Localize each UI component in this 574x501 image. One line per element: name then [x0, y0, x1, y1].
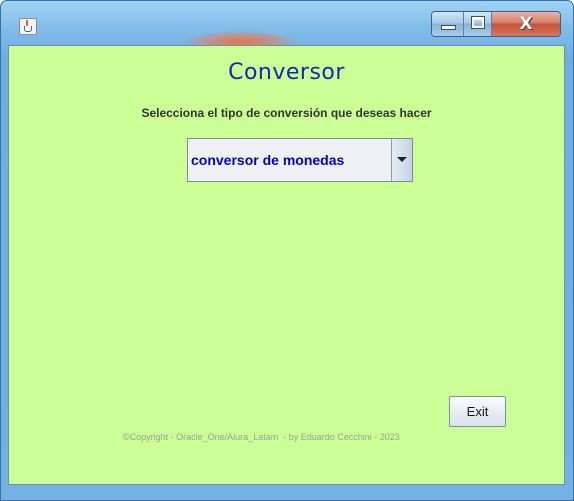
maximize-icon [472, 17, 484, 28]
minimize-icon [442, 26, 455, 29]
close-icon: X [519, 14, 533, 34]
conversion-type-value[interactable]: conversor de monedas [188, 139, 391, 181]
page-title: Conversor [228, 60, 345, 85]
maximize-button[interactable] [464, 12, 492, 36]
title-bar[interactable]: X [1, 1, 573, 53]
dropdown-button[interactable] [391, 139, 412, 181]
java-cup-shape [24, 26, 32, 32]
exit-button[interactable]: Exit [449, 396, 506, 427]
minimize-button[interactable] [432, 12, 464, 36]
instruction-label: Selecciona el tipo de conversión que des… [141, 106, 432, 120]
java-cup-icon[interactable] [19, 18, 37, 35]
copyright-text: ©Copyright - Oracle_One/Alura_Latam - by… [123, 432, 400, 442]
content-panel: Conversor Selecciona el tipo de conversi… [8, 45, 565, 485]
close-button[interactable]: X [492, 12, 560, 36]
app-window: X Conversor Selecciona el tipo de conver… [0, 0, 574, 501]
window-controls: X [431, 11, 561, 37]
chevron-down-icon [397, 157, 407, 162]
conversion-type-select[interactable]: conversor de monedas [187, 138, 413, 182]
